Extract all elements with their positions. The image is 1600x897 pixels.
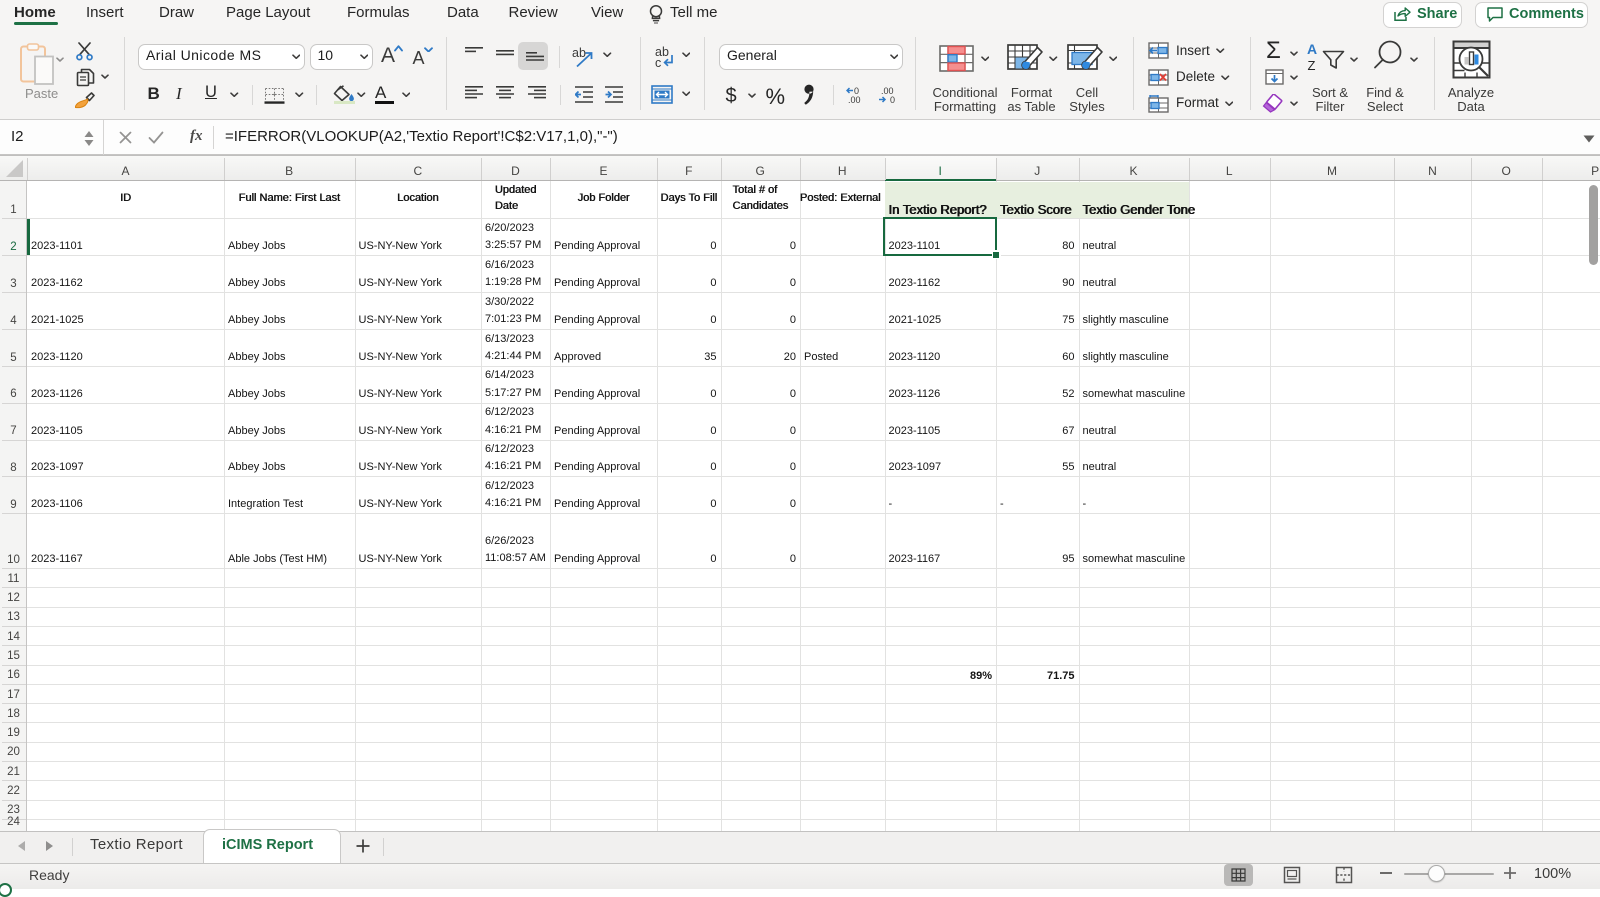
svg-text:c: c <box>655 56 661 68</box>
svg-text:0: 0 <box>890 95 895 104</box>
svg-text:ab: ab <box>572 46 586 60</box>
svg-text:.00: .00 <box>848 95 861 104</box>
